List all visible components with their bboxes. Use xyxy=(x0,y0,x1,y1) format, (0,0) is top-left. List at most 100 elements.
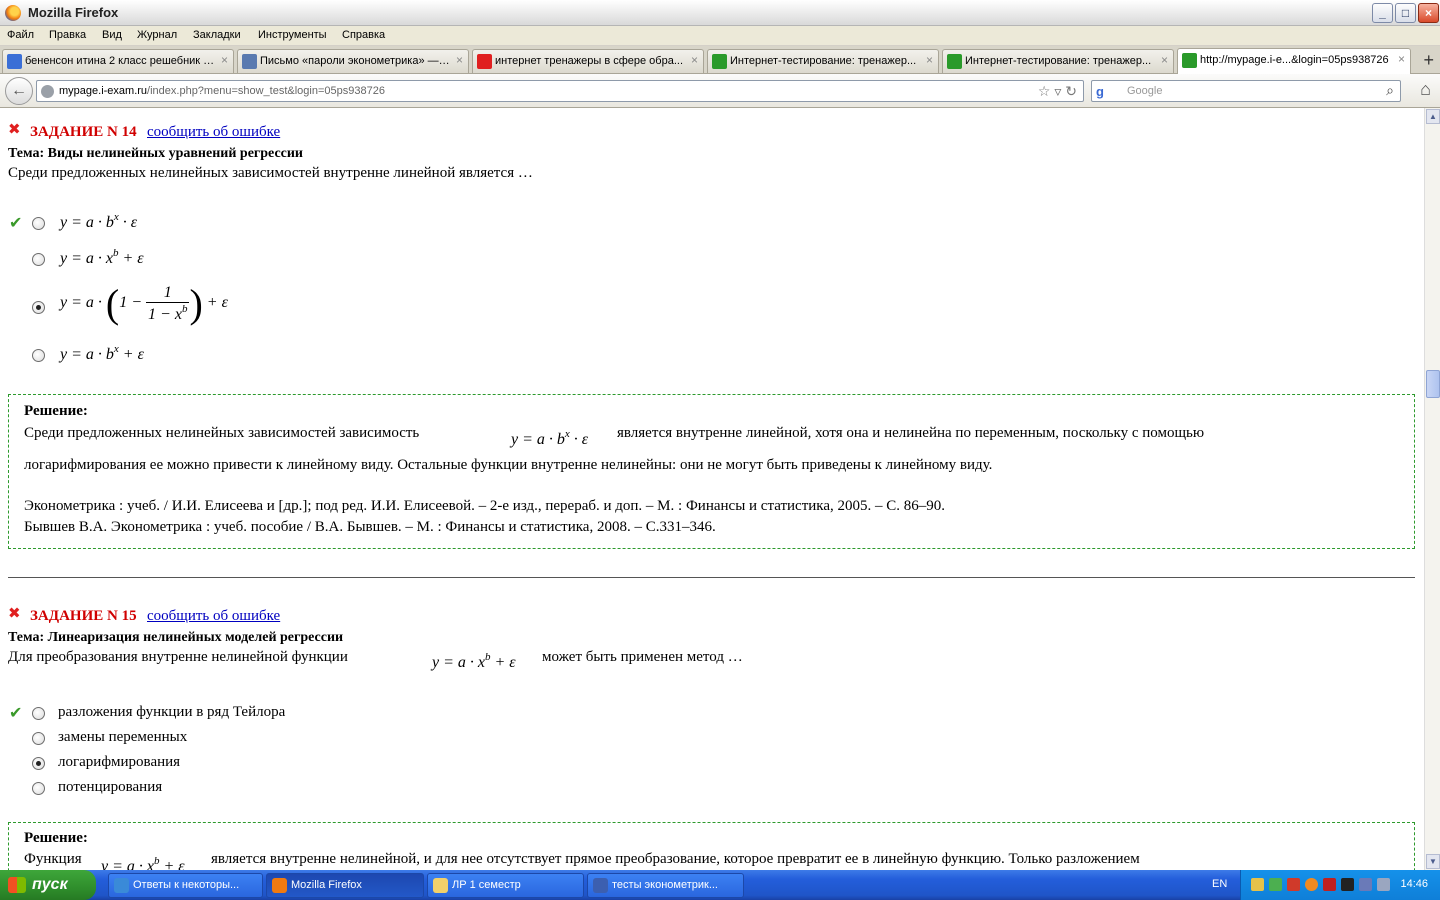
tray-opera-icon[interactable] xyxy=(1305,878,1318,891)
exam-site-icon xyxy=(1182,53,1197,68)
new-tab-button[interactable]: + xyxy=(1423,50,1434,71)
report-error-link-14[interactable]: сообщить об ошибке xyxy=(147,124,280,141)
topic-15: Тема: Линеаризация нелинейных моделей ре… xyxy=(8,630,344,645)
formula-option-14-1: y = a · bx · ε xyxy=(60,211,138,231)
tab-1[interactable]: бененсон итина 2 класс решебник с... × xyxy=(2,49,234,73)
formula-option-14-3: y = a · (1 − 11 − xb) + ε xyxy=(60,281,228,326)
url-path: /index.php?menu=show_test&login=05ps9387… xyxy=(147,85,385,97)
solution-text-15-a: Функция xyxy=(24,851,82,867)
tab-close-icon[interactable]: × xyxy=(926,53,933,67)
taskbar-button-word[interactable]: тесты эконометрик... xyxy=(587,873,744,898)
language-indicator[interactable]: EN xyxy=(1212,878,1227,890)
taskbar-button-folder[interactable]: ЛР 1 семестр xyxy=(427,873,584,898)
solution-text-14-c: логарифмирования ее можно привести к лин… xyxy=(24,457,993,473)
solution-formula-15: y = a · xb + ε xyxy=(101,855,185,870)
menu-bookmarks[interactable]: Закладки xyxy=(193,29,241,41)
url-bar-icons: ☆ ▿ ↻ xyxy=(1038,83,1077,100)
scroll-up-arrow-icon[interactable]: ▲ xyxy=(1426,109,1440,124)
tab-4[interactable]: Интернет-тестирование: тренажер... × xyxy=(707,49,939,73)
url-text[interactable]: mypage.i-exam.ru/index.php?menu=show_tes… xyxy=(59,85,385,97)
radio-option-15-4[interactable] xyxy=(32,782,45,795)
close-button[interactable]: × xyxy=(1418,3,1439,23)
menu-view[interactable]: Вид xyxy=(102,29,122,41)
menu-file[interactable]: Файл xyxy=(7,29,34,41)
radio-option-15-1[interactable] xyxy=(32,707,45,720)
question-formula-15: y = a · xb + ε xyxy=(432,651,516,671)
taskbar-button-ie[interactable]: Ответы к некоторы... xyxy=(108,873,263,898)
tab-label: Интернет-тестирование: тренажер... xyxy=(730,55,917,67)
radio-option-15-3-selected[interactable] xyxy=(32,757,45,770)
reference-14-2: Бывшев В.А. Эконометрика : учеб. пособие… xyxy=(24,519,716,535)
exam-site-icon xyxy=(947,54,962,69)
tab-label: интернет тренажеры в сфере обра... xyxy=(495,55,683,67)
search-bar[interactable]: g Google ⌕ xyxy=(1091,80,1401,102)
menu-tools[interactable]: Инструменты xyxy=(258,29,327,41)
scrollbar-thumb[interactable] xyxy=(1426,370,1440,398)
maximize-button[interactable]: □ xyxy=(1395,3,1416,23)
tab-6-active[interactable]: http://mypage.i-e...&login=05ps938726 × xyxy=(1177,48,1411,74)
tab-close-icon[interactable]: × xyxy=(221,53,228,67)
scroll-down-arrow-icon[interactable]: ▼ xyxy=(1426,854,1440,869)
wrong-answer-icon: ✖ xyxy=(8,120,21,138)
solution-title-14: Решение: xyxy=(24,403,88,419)
option-label-15-4[interactable]: потенцирования xyxy=(58,779,162,796)
menu-help[interactable]: Справка xyxy=(342,29,385,41)
tab-3[interactable]: интернет тренажеры в сфере обра... × xyxy=(472,49,704,73)
tray-app-icon[interactable] xyxy=(1251,878,1264,891)
vertical-scrollbar[interactable]: ▲ ▼ xyxy=(1424,108,1440,870)
question-text-14: Среди предложенных нелинейных зависимост… xyxy=(8,165,533,181)
mail-icon xyxy=(242,54,257,69)
tray-security-icon[interactable] xyxy=(1323,878,1336,891)
page-content: ✖ ЗАДАНИЕ N 14 сообщить об ошибке Тема: … xyxy=(0,108,1424,870)
menu-history[interactable]: Журнал xyxy=(137,29,177,41)
task-title-14: ЗАДАНИЕ N 14 xyxy=(30,124,137,140)
question-divider xyxy=(8,577,1415,578)
tab-close-icon[interactable]: × xyxy=(1398,52,1405,66)
menu-bar: Файл Правка Вид Журнал Закладки Инструме… xyxy=(0,26,1440,46)
report-error-link-15[interactable]: сообщить об ошибке xyxy=(147,608,280,625)
tray-display-icon[interactable] xyxy=(1359,878,1372,891)
site-identity-icon[interactable] xyxy=(41,85,54,98)
search-placeholder[interactable]: Google xyxy=(1127,85,1162,97)
home-icon[interactable]: ⌂ xyxy=(1420,79,1431,100)
back-button[interactable]: ← xyxy=(5,77,33,105)
dropdown-arrow-icon[interactable]: ▿ xyxy=(1054,83,1061,99)
url-domain: mypage.i-exam.ru xyxy=(59,85,148,97)
tab-label: http://mypage.i-e...&login=05ps938726 xyxy=(1200,54,1389,66)
tray-antivirus-icon[interactable] xyxy=(1287,878,1300,891)
tab-close-icon[interactable]: × xyxy=(456,53,463,67)
url-bar[interactable]: mypage.i-exam.ru/index.php?menu=show_tes… xyxy=(36,80,1084,102)
tab-2[interactable]: Письмо «пароли эконометрика» — ... × xyxy=(237,49,469,73)
tray-safely-remove-icon[interactable] xyxy=(1377,878,1390,891)
taskbar-label: Ответы к некоторы... xyxy=(133,879,240,891)
tab-5[interactable]: Интернет-тестирование: тренажер... × xyxy=(942,49,1174,73)
radio-option-14-2[interactable] xyxy=(32,253,45,266)
radio-option-15-2[interactable] xyxy=(32,732,45,745)
tray-volume-icon[interactable] xyxy=(1341,878,1354,891)
menu-edit[interactable]: Правка xyxy=(49,29,86,41)
taskbar-button-firefox[interactable]: Mozilla Firefox xyxy=(266,873,424,898)
radio-option-14-1[interactable] xyxy=(32,217,45,230)
start-button[interactable]: пуск xyxy=(0,870,96,900)
option-label-15-1[interactable]: разложения функции в ряд Тейлора xyxy=(58,704,285,721)
tab-close-icon[interactable]: × xyxy=(1161,53,1168,67)
google-search-engine-icon[interactable]: g xyxy=(1096,84,1104,99)
system-tray: 14:46 xyxy=(1240,870,1440,900)
minimize-button[interactable]: _ xyxy=(1372,3,1393,23)
option-label-15-2[interactable]: замены переменных xyxy=(58,729,187,746)
option-label-15-3[interactable]: логарифмирования xyxy=(58,754,180,771)
tab-close-icon[interactable]: × xyxy=(691,53,698,67)
reference-14-1: Эконометрика : учеб. / И.И. Елисеева и [… xyxy=(24,498,946,514)
solution-formula-14: y = a · bx · ε xyxy=(511,428,589,448)
search-icon[interactable]: ⌕ xyxy=(1386,82,1394,99)
tray-network-icon[interactable] xyxy=(1269,878,1282,891)
bookmark-star-icon[interactable]: ☆ xyxy=(1038,83,1051,99)
windows-taskbar: пуск Ответы к некоторы... Mozilla Firefo… xyxy=(0,870,1440,900)
radio-option-14-3-selected[interactable] xyxy=(32,301,45,314)
solution-text-14-a: Среди предложенных нелинейных зависимост… xyxy=(24,425,420,441)
reload-icon[interactable]: ↻ xyxy=(1065,83,1077,99)
radio-option-14-4[interactable] xyxy=(32,349,45,362)
folder-icon xyxy=(433,878,448,893)
topic-14: Тема: Виды нелинейных уравнений регресси… xyxy=(8,146,303,161)
window-title: Mozilla Firefox xyxy=(28,5,119,20)
